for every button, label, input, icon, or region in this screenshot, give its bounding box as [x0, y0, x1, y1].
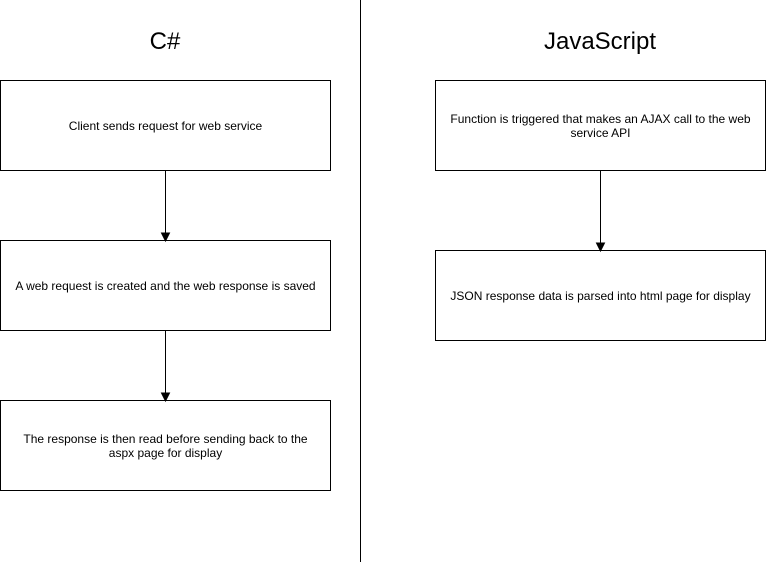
csharp-step-3-label: The response is then read before sending…	[23, 431, 308, 460]
javascript-step-2-box: JSON response data is parsed into html p…	[435, 250, 766, 341]
csharp-step-2-label: A web request is created and the web res…	[15, 278, 316, 293]
csharp-step-1-label: Client sends request for web service	[68, 118, 263, 133]
csharp-step-1-box: Client sends request for web service	[0, 80, 331, 171]
javascript-step-2-label: JSON response data is parsed into html p…	[450, 288, 751, 303]
javascript-step-1-box: Function is triggered that makes an AJAX…	[435, 80, 766, 171]
javascript-step-1-label: Function is triggered that makes an AJAX…	[450, 111, 751, 140]
column-divider	[360, 0, 361, 562]
csharp-column-title: C#	[149, 28, 181, 55]
csharp-step-3-box: The response is then read before sending…	[0, 400, 331, 491]
javascript-column-title: JavaScript	[543, 28, 657, 55]
csharp-step-2-box: A web request is created and the web res…	[0, 240, 331, 331]
